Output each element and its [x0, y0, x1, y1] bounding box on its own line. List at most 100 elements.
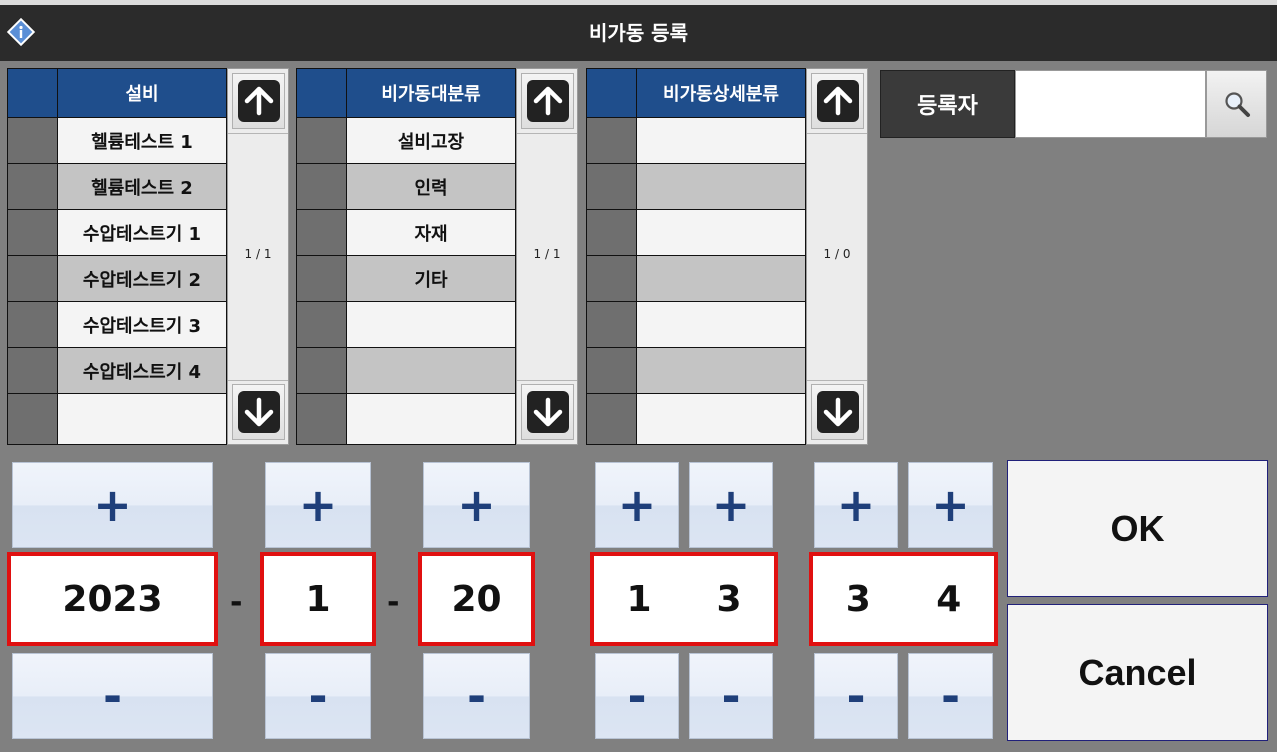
- detail-category-grid: 비가동상세분류: [586, 68, 806, 445]
- ok-button[interactable]: OK: [1007, 460, 1268, 597]
- row-selector[interactable]: [7, 117, 58, 164]
- minute-tens-increment-button[interactable]: +: [814, 462, 898, 548]
- equipment-scroll-up-button[interactable]: [232, 73, 285, 129]
- list-item[interactable]: 인력: [346, 163, 516, 210]
- minute-ones-decrement-button[interactable]: -: [908, 653, 993, 739]
- list-item[interactable]: 헬륨테스트 2: [57, 163, 227, 210]
- equipment-header: 설비: [57, 68, 227, 118]
- hour-ones-increment-button[interactable]: +: [689, 462, 773, 548]
- major-category-scroll-down-button[interactable]: [521, 384, 574, 440]
- detail-category-scroll-up-button[interactable]: [811, 73, 864, 129]
- row-selector[interactable]: [7, 209, 58, 256]
- year-value: 2023: [7, 552, 218, 646]
- arrow-down-icon: [823, 397, 852, 427]
- row-selector[interactable]: [296, 347, 347, 394]
- minute-value: 3 4: [809, 552, 998, 646]
- list-item[interactable]: 수압테스트기 1: [57, 209, 227, 256]
- month-increment-button[interactable]: +: [265, 462, 371, 548]
- major-category-grid: 비가동대분류 설비고장 인력 자재 기타: [296, 68, 516, 445]
- list-item[interactable]: [636, 255, 806, 302]
- divider: [807, 380, 867, 381]
- registrant-label: 등록자: [880, 70, 1015, 138]
- row-selector[interactable]: [586, 347, 637, 394]
- divider: [228, 133, 288, 134]
- equipment-scroll-down-button[interactable]: [232, 384, 285, 440]
- hour-tens-decrement-button[interactable]: -: [595, 653, 679, 739]
- row-selector[interactable]: [296, 163, 347, 210]
- list-item[interactable]: [636, 393, 806, 445]
- divider: [517, 380, 577, 381]
- hour-ones-text: 3: [716, 578, 742, 620]
- list-item[interactable]: [636, 117, 806, 164]
- row-selector[interactable]: [7, 301, 58, 348]
- cancel-button[interactable]: Cancel: [1007, 604, 1268, 741]
- equipment-grid: 설비 헬륨테스트 1 헬륨테스트 2 수압테스트기 1 수압테스트기 2 수압테…: [7, 68, 227, 445]
- row-selector[interactable]: [586, 117, 637, 164]
- detail-category-header: 비가동상세분류: [636, 68, 806, 118]
- day-text: 20: [451, 578, 502, 620]
- page-indicator: 1 / 0: [823, 247, 851, 261]
- arrow-up-icon: [244, 86, 273, 116]
- row-selector[interactable]: [7, 393, 58, 445]
- hour-tens-text: 1: [626, 578, 652, 620]
- minute-ones-text: 4: [936, 578, 962, 620]
- registrant-field[interactable]: [1015, 70, 1206, 138]
- minute-tens-text: 3: [845, 578, 871, 620]
- hour-tens-increment-button[interactable]: +: [595, 462, 679, 548]
- arrow-up-icon: [533, 86, 562, 116]
- detail-category-scroll-down-button[interactable]: [811, 384, 864, 440]
- list-item[interactable]: [636, 301, 806, 348]
- row-selector[interactable]: [296, 255, 347, 302]
- year-increment-button[interactable]: +: [12, 462, 213, 548]
- title-bar: 비가동 등록: [0, 5, 1277, 61]
- row-selector[interactable]: [296, 301, 347, 348]
- arrow-up-icon: [823, 86, 852, 116]
- row-selector[interactable]: [586, 301, 637, 348]
- row-selector[interactable]: [296, 393, 347, 445]
- list-item[interactable]: [346, 301, 516, 348]
- divider: [517, 133, 577, 134]
- registrant-search-button[interactable]: [1206, 70, 1267, 138]
- hour-ones-decrement-button[interactable]: -: [689, 653, 773, 739]
- row-selector[interactable]: [7, 163, 58, 210]
- select-column-header: [296, 68, 347, 118]
- detail-category-scrollbar: 1 / 0: [806, 68, 868, 445]
- row-selector[interactable]: [586, 255, 637, 302]
- row-selector[interactable]: [296, 117, 347, 164]
- list-item[interactable]: 헬륨테스트 1: [57, 117, 227, 164]
- list-item[interactable]: [636, 209, 806, 256]
- day-decrement-button[interactable]: -: [423, 653, 530, 739]
- row-selector[interactable]: [296, 209, 347, 256]
- list-item[interactable]: [636, 163, 806, 210]
- major-category-scrollbar: 1 / 1: [516, 68, 578, 445]
- row-selector[interactable]: [7, 255, 58, 302]
- list-item[interactable]: 수압테스트기 3: [57, 301, 227, 348]
- list-item[interactable]: [57, 393, 227, 445]
- page-indicator: 1 / 1: [244, 247, 272, 261]
- list-item[interactable]: 설비고장: [346, 117, 516, 164]
- list-item[interactable]: 수압테스트기 2: [57, 255, 227, 302]
- major-category-scroll-up-button[interactable]: [521, 73, 574, 129]
- minute-ones-increment-button[interactable]: +: [908, 462, 993, 548]
- month-decrement-button[interactable]: -: [265, 653, 371, 739]
- list-item[interactable]: 기타: [346, 255, 516, 302]
- row-selector[interactable]: [7, 347, 58, 394]
- hour-value: 1 3: [590, 552, 778, 646]
- date-separator: -: [230, 585, 243, 620]
- list-item[interactable]: 자재: [346, 209, 516, 256]
- select-column-header: [7, 68, 58, 118]
- day-increment-button[interactable]: +: [423, 462, 530, 548]
- list-item[interactable]: [346, 347, 516, 394]
- row-selector[interactable]: [586, 393, 637, 445]
- major-category-header: 비가동대분류: [346, 68, 516, 118]
- arrow-down-icon: [533, 397, 562, 427]
- row-selector[interactable]: [586, 209, 637, 256]
- list-item[interactable]: [346, 393, 516, 445]
- minute-tens-decrement-button[interactable]: -: [814, 653, 898, 739]
- date-separator: -: [387, 585, 400, 620]
- year-decrement-button[interactable]: -: [12, 653, 213, 739]
- list-item[interactable]: [636, 347, 806, 394]
- row-selector[interactable]: [586, 163, 637, 210]
- select-column-header: [586, 68, 637, 118]
- list-item[interactable]: 수압테스트기 4: [57, 347, 227, 394]
